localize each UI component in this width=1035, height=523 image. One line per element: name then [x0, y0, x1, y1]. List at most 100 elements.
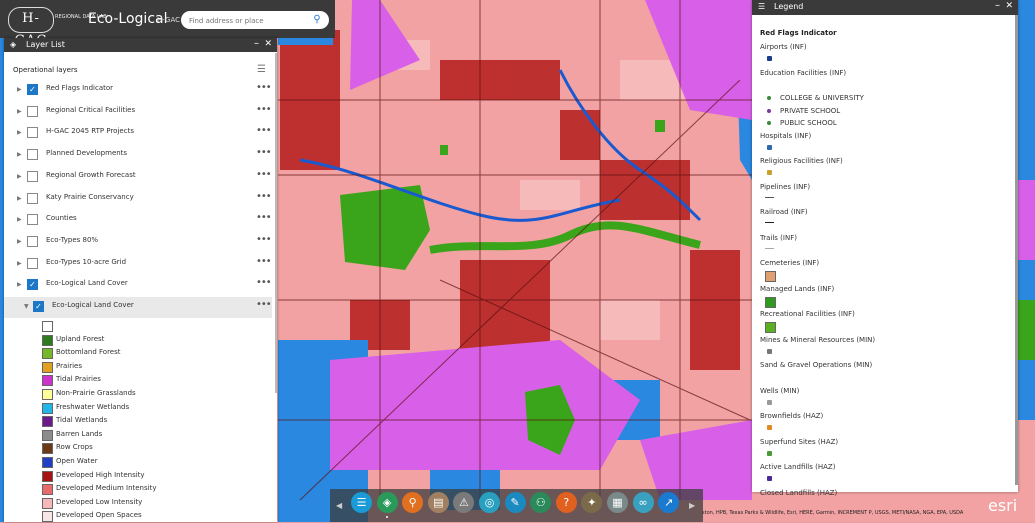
toolbar-next-icon[interactable]: ▶ — [689, 501, 695, 510]
people-tool-icon[interactable]: ⚇ — [530, 492, 552, 513]
layer-checkbox[interactable] — [27, 257, 38, 269]
layer-checkbox[interactable] — [27, 170, 38, 182]
share-tool-icon[interactable]: ↗ — [658, 492, 680, 513]
toolbar-prev-icon[interactable]: ◀ — [336, 501, 342, 510]
more-options-icon[interactable]: ••• — [256, 104, 272, 115]
draw-tool-icon[interactable]: ✎ — [504, 492, 526, 513]
land-cover-label: Prairies — [56, 361, 82, 370]
layer-row[interactable]: ▶ Counties ••• — [4, 210, 272, 231]
layer-row[interactable]: ▶ H-GAC 2045 RTP Projects ••• — [4, 123, 272, 144]
more-options-icon[interactable]: ••• — [256, 191, 272, 202]
expand-icon[interactable]: ▶ — [17, 108, 22, 115]
legend-symbol-dot — [767, 450, 772, 456]
layer-row[interactable]: ▶ Regional Critical Facilities ••• — [4, 102, 272, 123]
more-options-icon[interactable]: ••• — [256, 256, 272, 267]
layer-row[interactable]: ▶ Eco-Types 80% ••• — [4, 232, 272, 253]
legend-symbol-star — [767, 348, 772, 354]
more-options-icon[interactable]: ••• — [256, 212, 272, 223]
minimize-icon[interactable]: – — [995, 0, 1000, 11]
land-cover-item: Developed Medium Intensity — [42, 483, 242, 496]
layer-checkbox[interactable] — [27, 149, 38, 161]
land-cover-item — [42, 320, 242, 333]
expand-icon[interactable]: ▶ — [17, 173, 22, 180]
expand-icon[interactable]: ▶ — [17, 281, 22, 288]
layer-checkbox[interactable] — [27, 192, 38, 204]
more-options-icon[interactable]: ••• — [256, 299, 272, 310]
location-tool-icon[interactable]: ⚲ — [402, 492, 424, 513]
layer-label: Katy Prairie Conservancy — [46, 192, 134, 201]
land-cover-label: Freshwater Wetlands — [56, 402, 130, 411]
layer-checkbox[interactable] — [27, 214, 38, 226]
layer-list-scrollbar[interactable] — [275, 53, 277, 393]
operational-layers-label: Operational layers — [13, 66, 78, 74]
filter-icon[interactable]: ☰ — [257, 64, 266, 75]
expand-icon[interactable]: ▶ — [17, 195, 22, 202]
land-cover-swatch — [42, 348, 53, 360]
more-options-icon[interactable]: ••• — [256, 277, 272, 288]
layer-checkbox[interactable] — [27, 105, 38, 117]
help-tool-icon[interactable]: ? — [555, 492, 577, 513]
layer-row[interactable]: ▶ ✓ Eco-Logical Land Cover ••• — [4, 275, 272, 296]
legend-item-label: Airports (INF) — [760, 43, 807, 51]
expand-icon[interactable]: ▶ — [17, 86, 22, 93]
minimize-icon[interactable]: – — [254, 38, 259, 49]
app-title: Eco-Logical — [88, 11, 168, 27]
land-cover-label: Non-Prairie Grasslands — [56, 389, 136, 397]
layer-checkbox[interactable] — [27, 235, 38, 247]
expand-icon[interactable]: ▶ — [17, 129, 22, 136]
education-tool-icon[interactable]: ✦ — [581, 492, 603, 513]
link-tool-icon[interactable]: ∞ — [632, 492, 654, 513]
more-options-icon[interactable]: ••• — [256, 234, 272, 245]
app-header: H-GAC REGIONAL DATA LAB Eco-Logical H-GA… — [0, 0, 335, 48]
legend-symbol-square — [765, 322, 776, 333]
land-cover-label: Upland Forest — [56, 334, 105, 343]
layer-row[interactable]: ▶ ✓ Red Flags Indicator ••• — [4, 80, 272, 101]
layer-checkbox[interactable]: ✓ — [27, 279, 38, 291]
layer-checkbox[interactable]: ✓ — [27, 84, 38, 95]
more-options-icon[interactable]: ••• — [256, 125, 272, 136]
map-attribution: ston, HPB, Texas Parks & Wildlife, Esri,… — [702, 510, 964, 516]
basemap-tool-icon[interactable]: ▤ — [427, 492, 449, 513]
search-input[interactable] — [187, 13, 309, 29]
expand-icon[interactable]: ▶ — [17, 260, 22, 267]
table-tool-icon[interactable]: ▦ — [607, 492, 628, 513]
legend-scrollbar[interactable] — [1015, 15, 1018, 485]
layer-row[interactable]: ▶ Eco-Types 10-acre Grid ••• — [4, 254, 272, 275]
layer-checkbox[interactable] — [27, 127, 38, 139]
layer-row[interactable]: ▶ Planned Developments ••• — [4, 145, 272, 166]
close-icon[interactable]: ✕ — [264, 39, 272, 49]
warning-tool-icon[interactable]: ⚠ — [453, 492, 475, 513]
land-cover-swatch — [42, 416, 53, 428]
measure-tool-icon[interactable]: ◎ — [479, 492, 500, 513]
land-cover-label: Developed Low Intensity — [56, 497, 143, 506]
land-cover-label: Barren Lands — [56, 429, 103, 438]
layer-checkbox[interactable]: ✓ — [33, 301, 44, 312]
expand-icon[interactable]: ▶ — [17, 238, 22, 245]
search-icon[interactable]: ⚲ — [311, 14, 323, 26]
layers-tool-icon[interactable]: ◈ — [376, 492, 398, 513]
land-cover-swatch — [42, 497, 53, 509]
close-icon[interactable]: ✕ — [1005, 1, 1013, 11]
more-options-icon[interactable]: ••• — [256, 147, 272, 158]
legend-list-icon: ☰ — [758, 2, 766, 11]
more-options-icon[interactable]: ••• — [256, 169, 272, 180]
collapse-icon[interactable]: ▼ — [24, 303, 29, 310]
legend-item-label: Sand & Gravel Operations (MIN) — [760, 361, 873, 369]
hgac-logo[interactable]: H-GAC — [8, 7, 54, 48]
expand-icon[interactable]: ▶ — [17, 151, 22, 158]
list-tool-icon[interactable]: ☰ — [351, 492, 372, 513]
layer-row[interactable]: ▶ Regional Growth Forecast ••• — [4, 167, 272, 188]
legend-item-label: Closed Landfills (HAZ) — [760, 488, 838, 497]
layer-label: Eco-Logical Land Cover — [46, 279, 128, 288]
land-cover-label: Developed High Intensity — [56, 470, 145, 479]
legend-item-label: Wells (MIN) — [760, 386, 800, 395]
layer-label: Regional Growth Forecast — [46, 170, 136, 179]
more-options-icon[interactable]: ••• — [256, 82, 272, 93]
layer-label: Red Flags Indicator — [46, 84, 114, 92]
land-cover-label: Open Water — [56, 457, 98, 465]
sublayer-row[interactable]: ▼ ✓ Eco-Logical Land Cover ••• — [4, 297, 272, 318]
legend-item-label: Active Landfills (HAZ) — [760, 463, 836, 471]
land-cover-item: Freshwater Wetlands — [42, 402, 242, 415]
layer-row[interactable]: ▶ Katy Prairie Conservancy ••• — [4, 189, 272, 210]
expand-icon[interactable]: ▶ — [17, 216, 22, 223]
